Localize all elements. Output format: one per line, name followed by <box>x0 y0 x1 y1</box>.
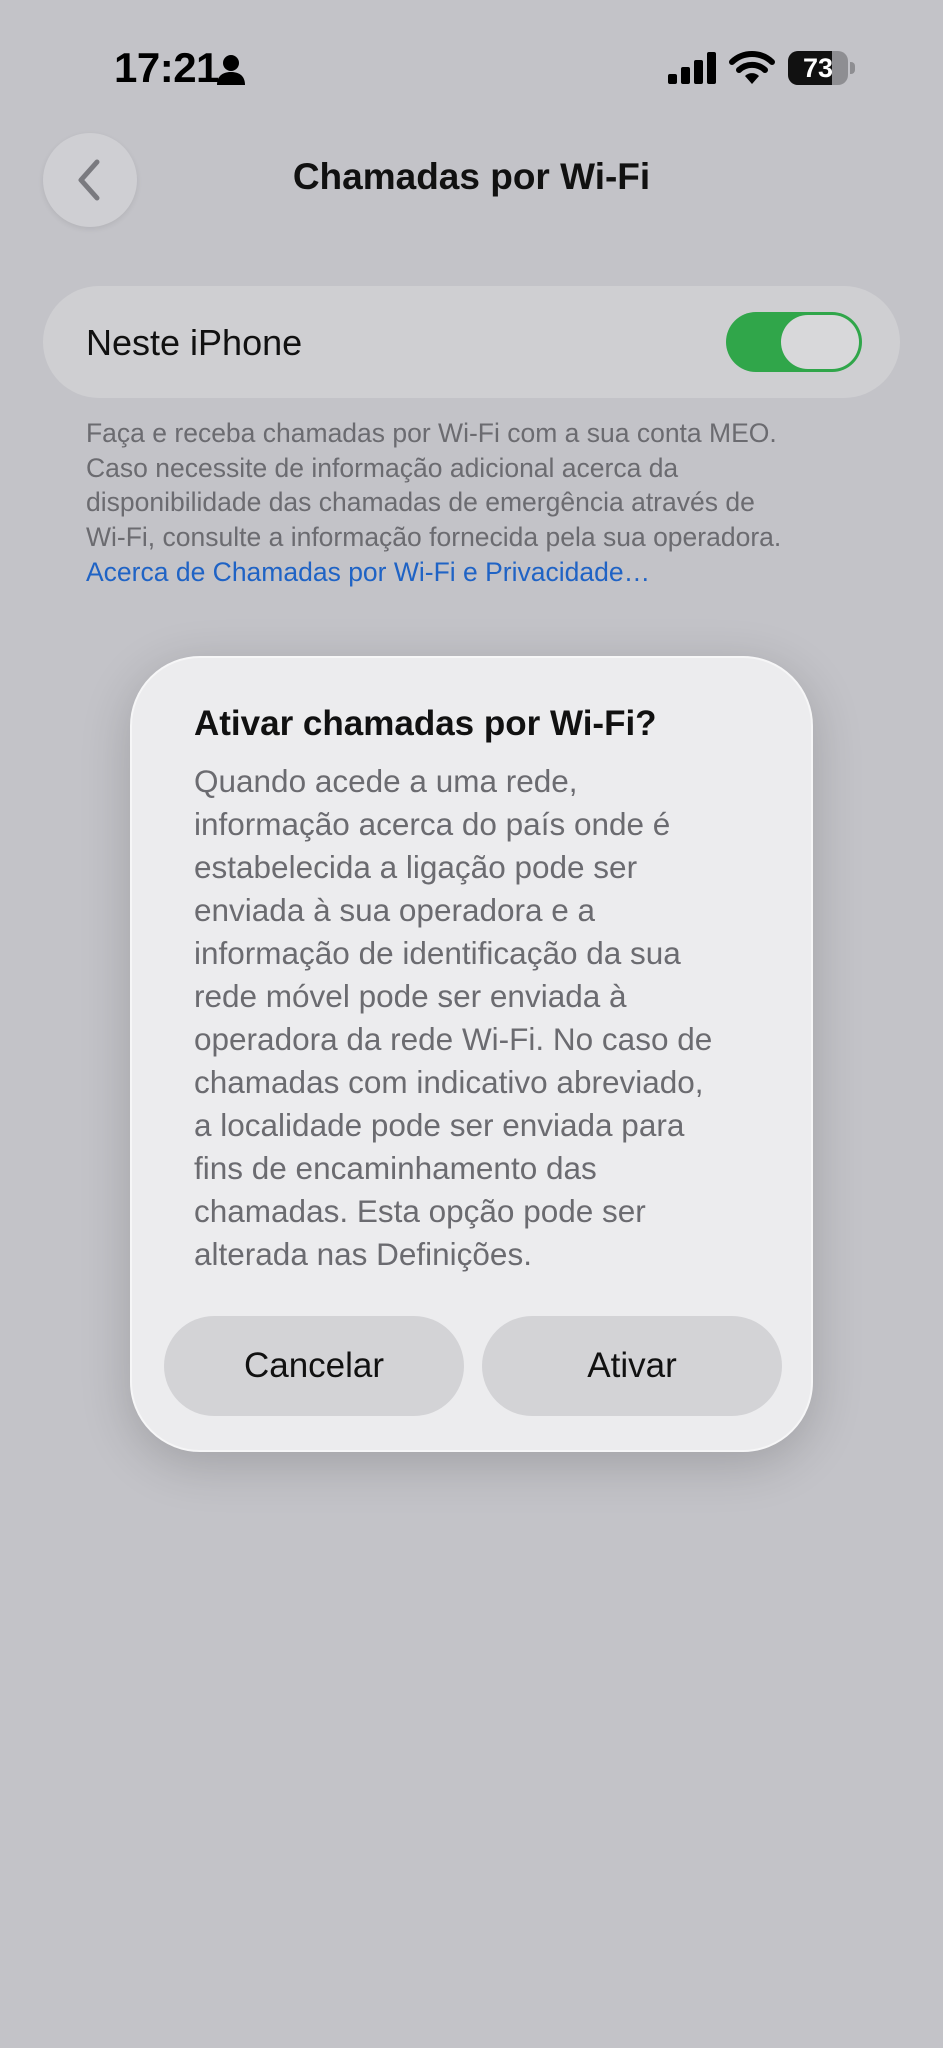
dialog-message-line: fins de encaminhamento das <box>194 1150 597 1186</box>
setting-label: Neste iPhone <box>86 322 303 363</box>
privacy-link[interactable]: Acerca de Chamadas por Wi-Fi e Privacida… <box>86 555 650 590</box>
dialog-message: Quando acede a uma rede, informação acer… <box>194 760 764 1276</box>
wifi-calling-toggle[interactable] <box>726 312 862 372</box>
person-icon <box>217 55 245 85</box>
dialog-message-line: informação de identificação da sua <box>194 935 681 971</box>
dialog-message-line: alterada nas Definições. <box>194 1236 532 1272</box>
battery-percentage: 73 <box>802 53 834 83</box>
footer-line: Caso necessite de informação adicional a… <box>86 452 679 483</box>
dialog-message-line: rede móvel pode ser enviada à <box>194 978 627 1014</box>
alert-dialog: Ativar chamadas por Wi-Fi? Quando acede … <box>130 656 813 1452</box>
dialog-message-line: chamadas. Esta opção pode ser <box>194 1193 646 1229</box>
status-time: 17:21 <box>114 44 219 91</box>
dialog-message-line: enviada à sua operadora e a <box>194 892 596 928</box>
dialog-message-line: informação acerca do país onde é <box>194 806 671 842</box>
footer-description: Faça e receba chamadas por Wi-Fi com a s… <box>86 416 876 554</box>
activate-button[interactable]: Ativar <box>482 1316 782 1416</box>
cellular-signal-icon <box>668 52 716 84</box>
footer-line: disponibilidade das chamadas de emergênc… <box>86 487 755 517</box>
dialog-title: Ativar chamadas por Wi-Fi? <box>194 704 657 743</box>
settings-row-neste-iphone: Neste iPhone <box>43 286 900 398</box>
dialog-message-line: operadora da rede Wi-Fi. No caso de <box>194 1021 713 1057</box>
dialog-message-line: Quando acede a uma rede, <box>194 763 578 799</box>
dialog-message-line: estabelecida a ligação pode ser <box>194 849 638 885</box>
cancel-button[interactable]: Cancelar <box>164 1316 464 1416</box>
footer-line: Wi-Fi, consulte a informação fornecida p… <box>86 521 782 552</box>
dialog-message-line: chamadas com indicativo abreviado, <box>194 1064 704 1100</box>
page-title: Chamadas por Wi-Fi <box>292 156 651 197</box>
toggle-knob <box>781 315 859 369</box>
dialog-message-line: a localidade pode ser enviada para <box>194 1107 685 1143</box>
footer-line: Faça e receba chamadas por Wi-Fi com a s… <box>86 418 777 448</box>
battery-icon: 73 <box>788 51 856 85</box>
wifi-icon <box>729 51 775 84</box>
status-bar: 17:21 73 <box>0 0 943 140</box>
